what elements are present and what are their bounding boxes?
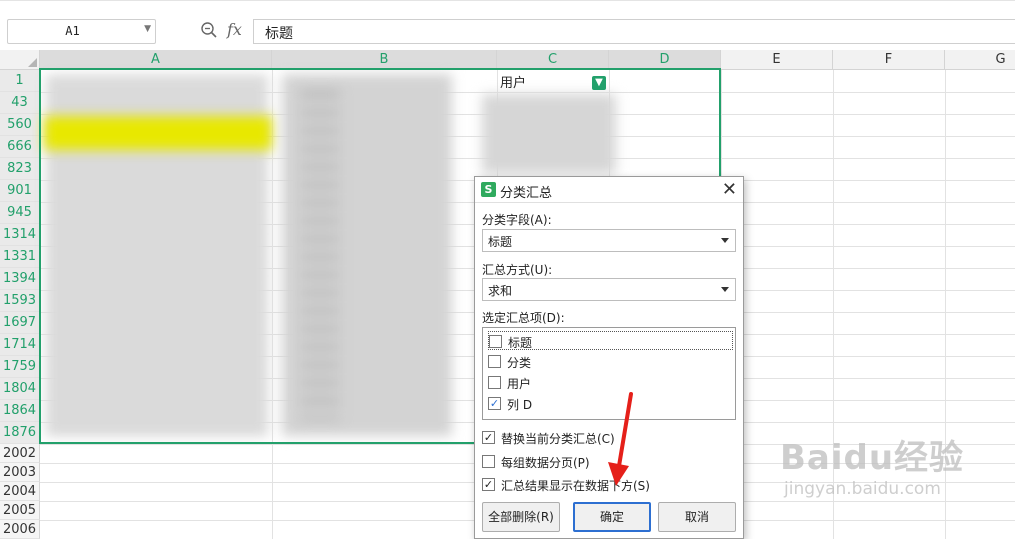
option-label: 每组数据分页(P) — [501, 456, 590, 470]
checkbox[interactable] — [488, 376, 501, 389]
checkbox[interactable] — [489, 335, 502, 348]
row-header[interactable]: 2005 — [0, 501, 40, 520]
dialog-titlebar[interactable]: S 分类汇总 ✕ — [475, 177, 743, 203]
formula-input[interactable]: 标题 — [253, 19, 1015, 44]
list-item-label: 标题 — [508, 336, 533, 350]
cell-reference: A1 — [65, 24, 80, 38]
checkbox-checked[interactable]: ✓ — [482, 478, 495, 491]
row-header[interactable]: 666 — [0, 136, 40, 158]
group-field-value: 标题 — [488, 235, 513, 249]
list-item-label: 用户 — [507, 377, 532, 391]
chevron-down-icon — [721, 287, 729, 292]
group-field-label: 分类字段(A): — [482, 213, 552, 227]
name-box[interactable]: A1 ▼ — [7, 19, 156, 44]
checkbox[interactable] — [488, 355, 501, 368]
baidu-watermark: Baidu经验 jingyan.baidu.com — [780, 430, 964, 499]
column-header-a[interactable]: A — [40, 50, 272, 70]
red-arrow-annotation — [608, 392, 633, 486]
column-header-c[interactable]: C — [497, 50, 609, 70]
summary-method-label: 汇总方式(U): — [482, 263, 553, 277]
row-header[interactable]: 2002 — [0, 444, 40, 463]
summary-method-select[interactable]: 求和 — [482, 278, 736, 301]
row-header[interactable]: 901 — [0, 180, 40, 202]
row-header[interactable]: 1714 — [0, 334, 40, 356]
row-header[interactable]: 1 — [0, 70, 40, 92]
checkbox-checked[interactable]: ✓ — [482, 431, 495, 444]
list-item-label: 列 D — [507, 398, 533, 412]
row-header[interactable]: 1314 — [0, 224, 40, 246]
fx-icon[interactable]: fx — [227, 20, 242, 39]
list-item-label: 分类 — [507, 356, 532, 370]
column-header-e[interactable]: E — [721, 50, 833, 70]
select-all-corner[interactable] — [0, 50, 40, 70]
row-header[interactable]: 1759 — [0, 356, 40, 378]
dialog-title: 分类汇总 — [500, 186, 553, 201]
cancel-button[interactable]: 取消 — [658, 502, 736, 532]
checkbox[interactable] — [482, 455, 495, 468]
row-header[interactable]: 1804 — [0, 378, 40, 400]
column-header-d[interactable]: D — [609, 50, 721, 70]
watermark-logo: Baidu经验 — [780, 438, 965, 478]
column-header-b[interactable]: B — [272, 50, 497, 70]
zoom-icon[interactable] — [200, 21, 218, 39]
row-header[interactable]: 560 — [0, 114, 40, 136]
option-label: 替换当前分类汇总(C) — [501, 432, 615, 446]
close-icon[interactable]: ✕ — [722, 179, 737, 200]
row-header[interactable]: 2004 — [0, 482, 40, 501]
row-header[interactable]: 43 — [0, 92, 40, 114]
row-header[interactable]: 2006 — [0, 520, 40, 539]
column-header-g[interactable]: G — [945, 50, 1015, 70]
chevron-down-icon[interactable]: ▼ — [144, 24, 151, 34]
row-header[interactable]: 1864 — [0, 400, 40, 422]
summary-method-value: 求和 — [488, 284, 513, 298]
delete-all-button[interactable]: 全部删除(R) — [482, 502, 560, 532]
row-header[interactable]: 1697 — [0, 312, 40, 334]
list-item[interactable]: 标题 — [488, 331, 733, 350]
row-header[interactable]: 2003 — [0, 463, 40, 482]
ok-button[interactable]: 确定 — [573, 502, 651, 532]
group-field-select[interactable]: 标题 — [482, 229, 736, 252]
formula-bar: A1 ▼ fx 标题 — [0, 0, 1015, 50]
row-header[interactable]: 823 — [0, 158, 40, 180]
row-header[interactable]: 1593 — [0, 290, 40, 312]
row-header[interactable]: 1331 — [0, 246, 40, 268]
row-header[interactable]: 945 — [0, 202, 40, 224]
chevron-down-icon — [721, 238, 729, 243]
column-header-f[interactable]: F — [833, 50, 945, 70]
row-header[interactable]: 1394 — [0, 268, 40, 290]
watermark-url: jingyan.baidu.com — [784, 479, 941, 499]
row-header[interactable]: 1876 — [0, 422, 40, 444]
list-item[interactable]: 分类 — [488, 352, 733, 371]
wps-logo-icon: S — [481, 182, 496, 197]
summary-items-label: 选定汇总项(D): — [482, 311, 565, 325]
checkbox-checked[interactable]: ✓ — [488, 397, 501, 410]
